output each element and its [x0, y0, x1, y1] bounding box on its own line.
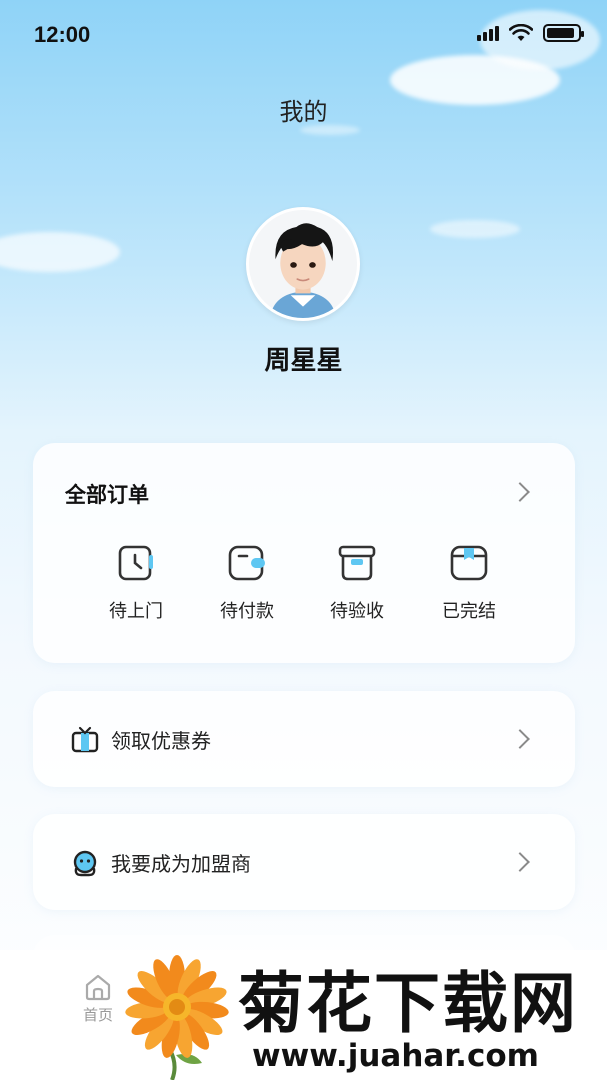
cloud: [0, 232, 120, 272]
watermark-url: www.juahar.com: [252, 1038, 539, 1074]
page-title: 我的: [279, 98, 328, 126]
watermark-title: 菊花下载网: [238, 965, 578, 1042]
gift-icon: [71, 726, 99, 753]
orders-card: 全部订单 待上门 待付款 待验收 已完结: [33, 443, 575, 663]
headset-icon: [73, 850, 97, 877]
avatar[interactable]: [246, 207, 360, 321]
order-status-completed[interactable]: 已完结: [424, 543, 514, 623]
order-status-label: 待上门: [109, 601, 163, 622]
chevron-right-icon: [510, 852, 530, 872]
cloud: [430, 220, 520, 238]
menu-item-coupon[interactable]: 领取优惠券: [33, 691, 575, 787]
wifi-icon: [509, 24, 533, 41]
chevron-right-icon[interactable]: [510, 482, 530, 502]
order-status-label: 待付款: [220, 601, 274, 622]
chevron-right-icon: [510, 729, 530, 749]
status-bar: 12:00: [0, 0, 607, 70]
clock-icon: [118, 545, 153, 581]
chrysanthemum-logo-icon: [125, 955, 229, 1080]
order-status-pending-payment[interactable]: 待付款: [202, 543, 292, 623]
completed-box-icon: [450, 545, 488, 581]
order-status-pending-inspection[interactable]: 待验收: [312, 543, 402, 623]
order-status-label: 已完结: [442, 601, 496, 622]
box-icon: [338, 545, 376, 581]
menu-label: 领取优惠券: [111, 729, 211, 753]
username: 周星星: [264, 346, 343, 376]
menu-label: 我要成为加盟商: [111, 852, 251, 876]
order-status-label: 待验收: [330, 601, 384, 622]
home-icon: [85, 974, 111, 1001]
avatar-image: [249, 210, 357, 318]
orders-title: 全部订单: [65, 483, 149, 507]
battery-icon: [543, 24, 584, 42]
status-time: 12:00: [34, 22, 91, 47]
order-status-pending-visit[interactable]: 待上门: [91, 543, 181, 623]
battery-level: [547, 28, 574, 38]
menu-item-franchise[interactable]: 我要成为加盟商: [33, 814, 575, 910]
signal-icon: [477, 25, 499, 41]
tab-home-label: 首页: [82, 1006, 113, 1024]
wallet-icon: [228, 545, 265, 581]
tab-home[interactable]: 首页: [78, 972, 118, 1025]
status-icons: [477, 24, 584, 42]
